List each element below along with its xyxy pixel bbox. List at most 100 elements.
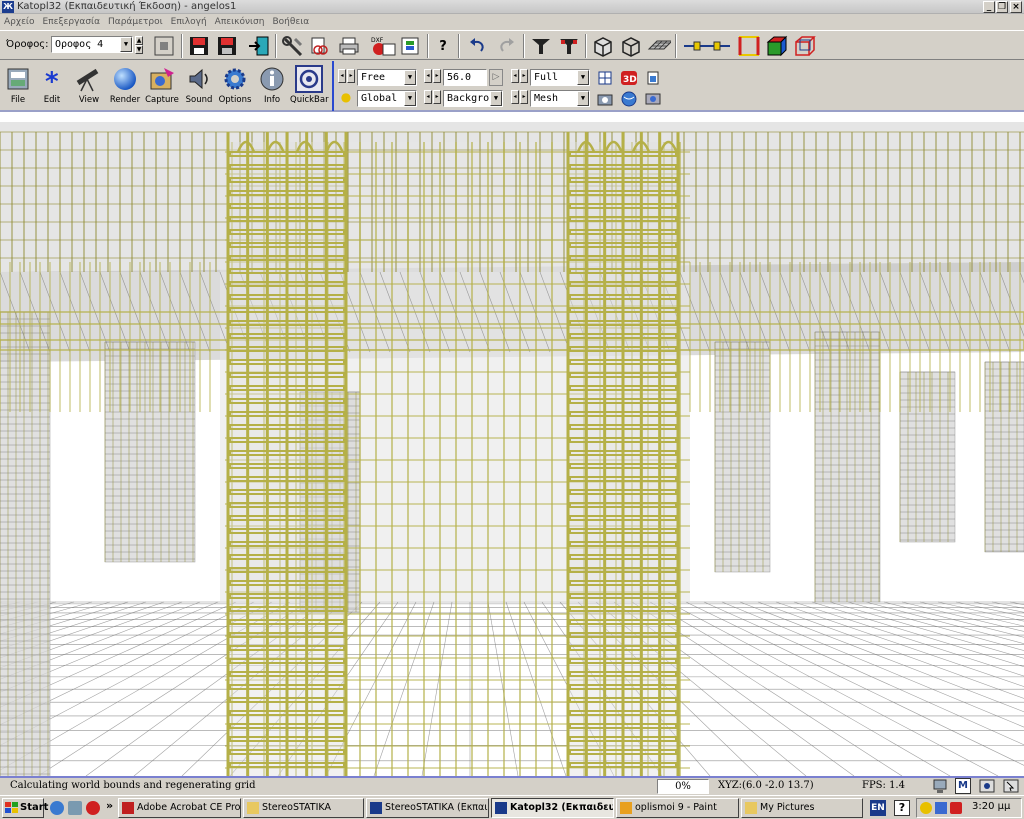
slab-icon[interactable] xyxy=(647,34,671,58)
column-icon[interactable] xyxy=(529,34,553,58)
outlook-icon[interactable] xyxy=(68,801,82,815)
menu-edit[interactable]: Επεξεργασία xyxy=(39,14,105,30)
grid-icon[interactable] xyxy=(596,70,614,86)
pointer-icon[interactable] xyxy=(1003,778,1019,794)
floor-down-button[interactable]: ▼ xyxy=(135,45,143,54)
fov-next-button[interactable]: ▸ xyxy=(433,69,441,83)
task-stereostatika-folder[interactable]: StereoSTATIKA xyxy=(243,798,364,818)
dxf-export-icon[interactable]: DXF xyxy=(368,34,398,58)
nav-mode-next-button[interactable]: ▸ xyxy=(347,69,355,83)
save-icon[interactable] xyxy=(187,34,211,58)
menu-help[interactable]: Βοήθεια xyxy=(268,14,313,30)
3d-icon[interactable]: 3D xyxy=(620,70,638,86)
chevron-down-icon[interactable]: ▼ xyxy=(404,91,416,106)
language-indicator[interactable]: EN xyxy=(870,800,886,816)
chevron-down-icon[interactable]: ▼ xyxy=(120,37,132,52)
undo-icon[interactable] xyxy=(465,34,489,58)
nav-mode-prev-button[interactable]: ◂ xyxy=(338,69,346,83)
view-button[interactable]: View xyxy=(71,63,107,109)
file-button[interactable]: File xyxy=(0,63,36,109)
render-mode-next-button[interactable]: ▸ xyxy=(520,90,528,104)
save-as-icon[interactable] xyxy=(215,34,239,58)
floor-select[interactable]: Οροφος 4 ▼ xyxy=(51,36,133,53)
render-mode-prev-button[interactable]: ◂ xyxy=(511,90,519,104)
menu-parameters[interactable]: Παράμετροι xyxy=(104,14,167,30)
render-mode-select[interactable]: Mesh ▼ xyxy=(530,90,590,107)
sound-file-icon[interactable] xyxy=(644,70,662,86)
quickbar-icon xyxy=(294,64,324,94)
cube-solid-icon[interactable] xyxy=(765,34,789,58)
help-tray-icon[interactable]: ? xyxy=(894,800,910,816)
restore-button[interactable]: ❐ xyxy=(996,1,1008,13)
background-select[interactable]: Backgro ▼ xyxy=(443,90,503,107)
bars-view-icon[interactable] xyxy=(308,34,332,58)
info-button[interactable]: Info xyxy=(254,63,290,109)
background-next-button[interactable]: ▸ xyxy=(433,90,441,104)
wire-box-icon[interactable] xyxy=(619,34,643,58)
menu-selection[interactable]: Επιλογή xyxy=(167,14,211,30)
tools-icon[interactable] xyxy=(281,34,305,58)
detail-next-button[interactable]: ▸ xyxy=(520,69,528,83)
fov-prev-button[interactable]: ◂ xyxy=(424,69,432,83)
minimize-button[interactable]: _ xyxy=(983,1,995,13)
svg-text:*: * xyxy=(45,67,59,92)
sound-button[interactable]: Sound xyxy=(181,63,217,109)
network-icon[interactable] xyxy=(935,802,947,814)
task-acrobat[interactable]: Adobe Acrobat CE Prof... xyxy=(118,798,241,818)
coord-system-select[interactable]: Global ▼ xyxy=(357,90,417,107)
beam-line-icon[interactable] xyxy=(681,34,733,58)
options-button[interactable]: Options xyxy=(217,63,253,109)
menu-display[interactable]: Απεικόνιση xyxy=(211,14,269,30)
task-paint[interactable]: oplismoi 9 - Paint xyxy=(616,798,739,818)
layers-icon[interactable] xyxy=(398,34,422,58)
3d-viewport[interactable] xyxy=(0,112,1024,776)
nav-mode-select[interactable]: Free ▼ xyxy=(357,69,417,86)
monitor-icon[interactable] xyxy=(932,778,948,794)
floor-up-button[interactable]: ▲ xyxy=(135,36,143,45)
antivirus-icon[interactable] xyxy=(950,802,962,814)
task-katopl32[interactable]: Katopl32 (Εκπαιδευτ... xyxy=(491,798,614,818)
task-stereostatika-app[interactable]: StereoSTATIKA (Εκπαιδ... xyxy=(366,798,489,818)
box-view-icon[interactable] xyxy=(591,34,615,58)
window-title: Katopl32 (Εκπαιδευτική Έκδοση) - angelos… xyxy=(17,1,237,12)
speaker-icon xyxy=(184,64,214,94)
capture-button[interactable]: Capture xyxy=(144,63,180,109)
app-icon: Ж xyxy=(2,1,14,13)
task-my-pictures[interactable]: My Pictures xyxy=(741,798,863,818)
redo-icon[interactable] xyxy=(495,34,519,58)
light-icon[interactable]: ● xyxy=(338,90,354,106)
globe-icon[interactable] xyxy=(620,91,638,107)
fov-input[interactable]: 56.0 xyxy=(443,69,487,86)
detail-select[interactable]: Full ▼ xyxy=(530,69,590,86)
background-prev-button[interactable]: ◂ xyxy=(424,90,432,104)
render-button[interactable]: Render xyxy=(107,63,143,109)
edit-button[interactable]: * Edit xyxy=(34,63,70,109)
ie-icon[interactable] xyxy=(50,801,64,815)
cube-wire-icon[interactable] xyxy=(793,34,817,58)
help-icon[interactable]: ? xyxy=(431,34,455,58)
media-icon[interactable] xyxy=(86,801,100,815)
chevron-down-icon[interactable]: ▼ xyxy=(577,91,589,106)
fog-icon[interactable] xyxy=(644,91,662,107)
menu-file[interactable]: Αρχείο xyxy=(0,14,39,30)
print-icon[interactable] xyxy=(337,34,361,58)
fov-value: 56.0 xyxy=(447,72,472,83)
close-button[interactable]: × xyxy=(1010,1,1022,13)
stop-icon[interactable] xyxy=(152,34,176,58)
quickbar-button[interactable]: QuickBar xyxy=(290,63,329,109)
quicklaunch-more[interactable]: » xyxy=(106,799,113,812)
dialog-icon[interactable] xyxy=(979,778,995,794)
column-double-icon[interactable] xyxy=(557,34,581,58)
shield-icon[interactable] xyxy=(920,802,932,814)
detail-prev-button[interactable]: ◂ xyxy=(511,69,519,83)
frame-icon[interactable] xyxy=(737,34,761,58)
camera-icon[interactable] xyxy=(596,91,614,107)
play-icon[interactable]: ▷ xyxy=(489,69,503,86)
chevron-down-icon[interactable]: ▼ xyxy=(577,70,589,85)
m-icon[interactable]: M xyxy=(955,778,971,794)
floor-select-value: Οροφος 4 xyxy=(55,39,104,50)
exit-icon[interactable] xyxy=(247,34,271,58)
chevron-down-icon[interactable]: ▼ xyxy=(490,91,502,106)
start-button[interactable]: Start xyxy=(2,798,48,818)
chevron-down-icon[interactable]: ▼ xyxy=(404,70,416,85)
